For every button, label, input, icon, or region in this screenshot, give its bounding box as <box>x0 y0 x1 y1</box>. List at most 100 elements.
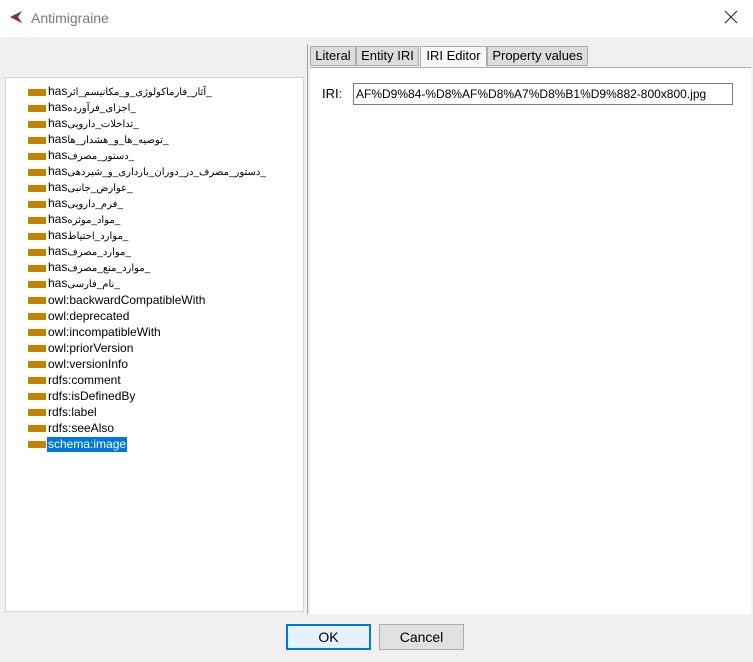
tree-item-label: rdfs:label <box>47 405 98 420</box>
tree-item-label: has_دستور_مصرف_در_دوران_بارداری_و_شیردهی <box>47 164 267 180</box>
tree-item[interactable]: has_دستور_مصرف <box>28 148 135 164</box>
tree-item[interactable]: has_موارد_مصرف <box>28 244 132 260</box>
tree-item-prefix: has <box>48 260 68 274</box>
tree-item-label: rdfs:seeAlso <box>47 421 115 436</box>
tree-item-prefix: owl:priorVersion <box>48 340 134 355</box>
tree-item-label: has_موارد_منع_مصرف <box>47 260 151 276</box>
annotation-property-icon <box>28 360 46 368</box>
annotation-property-icon <box>28 408 46 416</box>
tree-item-label: has_دستور_مصرف <box>47 148 135 164</box>
tree-item-prefix: has <box>48 100 68 114</box>
tree-item-prefix: owl:incompatibleWith <box>48 324 161 339</box>
tree-item-prefix: rdfs:isDefinedBy <box>48 388 136 403</box>
annotation-property-icon <box>28 424 46 432</box>
close-icon[interactable] <box>723 9 739 25</box>
tree-item-persian-name: _نام_فارسی <box>67 279 120 290</box>
tree-item-prefix: has <box>48 244 68 258</box>
tree-item[interactable]: owl:deprecated <box>28 308 130 324</box>
annotation-property-icon <box>28 392 46 400</box>
tab-iri-editor-label: IRI Editor <box>426 48 481 63</box>
tree-item[interactable]: schema:image <box>28 436 128 452</box>
tree-item[interactable]: has_فرم_دارویی <box>28 196 124 212</box>
tree-item[interactable]: has_توصیه_ها_و_هشدار_ها <box>28 132 170 148</box>
tree-item-prefix: has <box>48 132 68 146</box>
tree-item-prefix: has <box>48 148 68 162</box>
tree-item-persian-name: _اجزای_فرآورده <box>67 103 136 114</box>
tree-item-persian-name: _فرم_دارویی <box>67 199 123 210</box>
tree-item-prefix: has <box>48 228 68 242</box>
cancel-button[interactable]: Cancel <box>379 624 464 650</box>
tree-item[interactable]: owl:versionInfo <box>28 356 129 372</box>
cancel-button-label: Cancel <box>399 629 444 645</box>
tree-item-label: rdfs:comment <box>47 373 122 388</box>
tree-item-label: has_موارد_احتیاط <box>47 228 129 244</box>
tree-item-prefix: has <box>48 212 68 226</box>
annotation-property-icon <box>28 280 46 288</box>
tree-item-label: owl:versionInfo <box>47 357 129 372</box>
property-tree[interactable]: has_آثار_فارماکولوژی_و_مکانیسم_اثر has_اج… <box>5 77 304 612</box>
tree-item-prefix: rdfs:comment <box>48 372 121 387</box>
tree-item[interactable]: has_نام_فارسی <box>28 276 121 292</box>
tree-item[interactable]: rdfs:seeAlso <box>28 420 115 436</box>
annotation-property-icon <box>28 88 46 96</box>
protege-app-icon <box>10 11 22 23</box>
tree-item-label: owl:priorVersion <box>47 341 134 356</box>
tree-item-label: has_آثار_فارماکولوژی_و_مکانیسم_اثر <box>47 84 213 100</box>
tree-item-persian-name: _دستور_مصرف_در_دوران_بارداری_و_شیردهی <box>67 167 266 178</box>
tab-entity-iri[interactable]: Entity IRI <box>356 46 419 66</box>
ok-button-label: OK <box>318 629 339 645</box>
annotation-property-icon <box>28 168 46 176</box>
tree-item-persian-name: _موارد_مصرف <box>67 247 131 258</box>
tree-item[interactable]: has_موارد_منع_مصرف <box>28 260 151 276</box>
tree-item-label: has_تداخلات_دارویی <box>47 116 140 132</box>
tree-item-prefix: has <box>48 116 68 130</box>
title-bar: Antimigraine <box>0 0 753 37</box>
tree-item-persian-name: _موارد_احتیاط <box>67 231 129 242</box>
tree-item[interactable]: owl:backwardCompatibleWith <box>28 292 206 308</box>
tree-item-prefix: schema:image <box>48 436 127 451</box>
tree-item[interactable]: has_تداخلات_دارویی <box>28 116 140 132</box>
tree-item-prefix: has <box>48 196 68 210</box>
tree-item-prefix: has <box>48 180 68 194</box>
annotation-property-icon <box>28 312 46 320</box>
tree-item[interactable]: owl:priorVersion <box>28 340 134 356</box>
annotation-property-icon <box>28 104 46 112</box>
annotation-property-icon <box>28 120 46 128</box>
ok-button[interactable]: OK <box>286 624 371 650</box>
tree-item-persian-name: _آثار_فارماکولوژی_و_مکانیسم_اثر <box>67 87 212 98</box>
tree-item[interactable]: has_اجزای_فرآورده <box>28 100 137 116</box>
tab-iri-editor[interactable]: IRI Editor <box>420 46 487 68</box>
iri-input[interactable]: AF%D9%84-%D8%AF%D8%A7%D8%B1%D9%882-800x8… <box>353 83 733 105</box>
tab-literal[interactable]: Literal <box>310 46 356 66</box>
annotation-property-icon <box>28 200 46 208</box>
tree-item[interactable]: has_عوارض_جانبی <box>28 180 134 196</box>
annotation-property-icon <box>28 440 46 448</box>
tree-item-label: has_اجزای_فرآورده <box>47 100 137 116</box>
tree-item[interactable]: owl:incompatibleWith <box>28 324 162 340</box>
window-title: Antimigraine <box>31 10 109 26</box>
tab-property-values[interactable]: Property values <box>487 46 588 66</box>
tree-item[interactable]: rdfs:isDefinedBy <box>28 388 136 404</box>
tree-item-prefix: has <box>48 164 68 178</box>
tree-item[interactable]: has_دستور_مصرف_در_دوران_بارداری_و_شیردهی <box>28 164 267 180</box>
tree-item-label: owl:deprecated <box>47 309 130 324</box>
tree-item[interactable]: rdfs:comment <box>28 372 122 388</box>
pane-splitter[interactable] <box>307 44 308 614</box>
tree-item-persian-name: _موارد_منع_مصرف <box>67 263 151 274</box>
tree-item[interactable]: rdfs:label <box>28 404 98 420</box>
annotation-property-icon <box>28 136 46 144</box>
tree-item[interactable]: has_آثار_فارماکولوژی_و_مکانیسم_اثر <box>28 84 213 100</box>
tree-item-label: has_توصیه_ها_و_هشدار_ها <box>47 132 170 148</box>
iri-editor-panel <box>310 67 751 614</box>
annotation-property-icon <box>28 376 46 384</box>
annotation-property-icon <box>28 248 46 256</box>
tree-item-persian-name: _مواد_موثره <box>67 215 121 226</box>
tree-item-label: owl:incompatibleWith <box>47 325 162 340</box>
tree-item[interactable]: has_موارد_احتیاط <box>28 228 129 244</box>
tab-literal-label: Literal <box>315 48 351 63</box>
tree-item-prefix: has <box>48 276 68 290</box>
tree-item-persian-name: _عوارض_جانبی <box>67 183 133 194</box>
tree-item-persian-name: _دستور_مصرف <box>67 151 135 162</box>
tree-item[interactable]: has_مواد_موثره <box>28 212 121 228</box>
tree-item-prefix: rdfs:label <box>48 404 97 419</box>
